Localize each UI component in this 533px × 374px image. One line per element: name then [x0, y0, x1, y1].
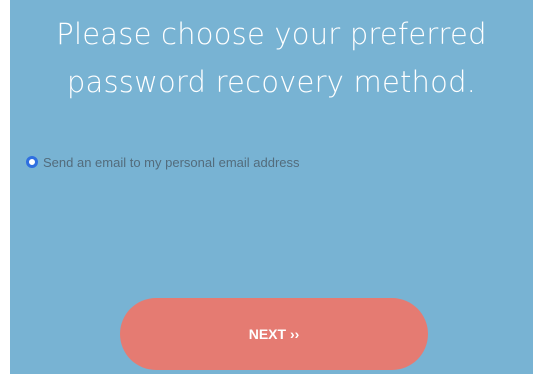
- email-recovery-option[interactable]: Send an email to my personal email addre…: [26, 152, 300, 172]
- page-title-line-2: password recovery method.: [66, 65, 477, 99]
- email-recovery-radio[interactable]: [26, 156, 38, 168]
- page-title-line-1: Please choose your preferred: [56, 17, 487, 51]
- recovery-panel: Please choose your preferred password re…: [10, 0, 533, 374]
- page-title: Please choose your preferred password re…: [10, 10, 533, 106]
- next-button[interactable]: NEXT ››: [120, 298, 428, 370]
- email-recovery-label: Send an email to my personal email addre…: [43, 154, 300, 170]
